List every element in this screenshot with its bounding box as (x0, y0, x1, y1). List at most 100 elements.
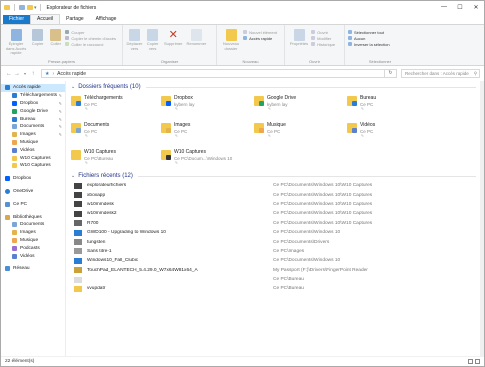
recent-file-row[interactable]: Ce PC\Bureau (71, 275, 484, 284)
new-item-button[interactable]: Nouvel élément (243, 29, 277, 35)
nav-google-drive[interactable]: Google Drive ✎ (1, 107, 65, 115)
back-arrow-icon[interactable]: ← (5, 71, 13, 77)
frequent-folder-item[interactable]: W10 Captures Ce PC\Docum...\Windows 10 ✎ (161, 149, 247, 165)
recent-file-row[interactable]: TouchPad_ELANTECH_5.4.29.0_W7x64W81x64_A… (71, 266, 484, 275)
folder-location: Ce PC (267, 128, 281, 134)
frequent-folder-item[interactable]: Bureau Ce PC ✎ (347, 95, 433, 111)
recent-locations-chevron-icon[interactable]: ▾ (21, 71, 29, 76)
nav-this-pc[interactable]: Ce PC (1, 200, 65, 208)
forward-arrow-icon[interactable]: → (13, 71, 21, 77)
chevron-down-icon[interactable]: ▾ (34, 5, 37, 11)
nav-downloads[interactable]: Téléchargements ✎ (1, 92, 65, 100)
easy-access-button[interactable]: Accès rapide (243, 35, 277, 41)
new-folder-quick-icon[interactable] (27, 5, 33, 10)
frequent-folder-item[interactable]: Images Ce PC ✎ (161, 122, 247, 138)
tab-view[interactable]: Affichage (90, 15, 123, 24)
invert-selection-button[interactable]: Inverser la sélection (348, 41, 412, 47)
frequent-folders-header[interactable]: ⌄ Dossiers fréquents (10) (71, 82, 484, 92)
nav-lib-pictures[interactable]: Images (1, 229, 65, 237)
recent-file-row[interactable]: xboxapp Ce PC\Documents\Windows 10\W10 Ca… (71, 190, 484, 199)
folder-text: Téléchargements Ce PC (84, 95, 123, 106)
recent-file-row[interactable]: GWD100 - Upgrading to Windows 10 Ce PC\Do… (71, 228, 484, 237)
folder-name: W10 Captures (84, 149, 116, 155)
move-to-button[interactable]: Déplacer vers (126, 29, 143, 51)
rename-button[interactable]: Renommer (185, 29, 207, 47)
frequent-folder-item[interactable]: Musique Ce PC ✎ (254, 122, 340, 138)
music-icon (12, 237, 17, 243)
properties-button[interactable]: Propriétés (288, 29, 310, 47)
recent-file-row[interactable]: w10mmdesk Ce PC\Documents\Windows 10\W10 … (71, 200, 484, 209)
select-actions: Sélectionner tout Aucun Inverser la séle… (348, 29, 412, 47)
tab-file[interactable]: Fichier (3, 15, 31, 24)
copy-path-button[interactable]: Copier le chemin d'accès (65, 35, 116, 41)
file-icon (74, 210, 82, 217)
nav-quick-access[interactable]: Accès rapide (1, 84, 65, 92)
nav-onedrive[interactable]: OneDrive (1, 188, 65, 196)
recent-file-row[interactable]: explorateurfichiers Ce PC\Documents\Windo… (71, 181, 484, 190)
details-view-icon[interactable] (468, 359, 473, 364)
file-icon (74, 182, 82, 189)
nav-desktop[interactable]: Bureau ✎ (1, 115, 65, 123)
nav-dropbox[interactable]: Dropbox (1, 175, 65, 183)
nav-lib-music[interactable]: Musique (1, 237, 65, 245)
maximize-button[interactable]: ☐ (452, 1, 468, 13)
recent-file-row[interactable]: R700 Ce PC\Documents\Windows 10\W10 Captu… (71, 219, 484, 228)
nav-lib-documents[interactable]: Documents (1, 221, 65, 229)
nav-libraries[interactable]: Bibliothèques (1, 213, 65, 221)
folder-location: Ce PC\Bureau (84, 155, 114, 161)
history-button[interactable]: Historique (311, 41, 335, 47)
recent-file-row[interactable]: tungsten Ce PC\Documents\Drivers (71, 237, 484, 246)
close-button[interactable]: ✕ (468, 1, 484, 13)
minimize-button[interactable]: — (436, 1, 452, 13)
frequent-folder-item[interactable]: Documents Ce PC ✎ (71, 122, 157, 138)
recent-file-row[interactable]: vvupdatr Ce PC\Bureau (71, 284, 484, 293)
nav-network[interactable]: Réseau (1, 265, 65, 273)
nav-lib-podcasts[interactable]: Podcasts (1, 244, 65, 252)
refresh-icon[interactable]: ↻ (385, 69, 397, 78)
nav-documents[interactable]: Documents ✎ (1, 123, 65, 131)
item-count: 22 élément(s) (5, 359, 35, 364)
header-divider (137, 175, 476, 177)
nav-dropbox-pinned[interactable]: Dropbox ✎ (1, 100, 65, 108)
search-input[interactable]: Rechercher dans : Accès rapide ⚲ (401, 69, 480, 78)
nav-w10-captures-1[interactable]: W10 Captures (1, 154, 65, 162)
tab-share[interactable]: Partage (60, 15, 90, 24)
pictures-icon (12, 132, 17, 138)
clipboard-small-actions: Couper Copier le chemin d'accès Coller l… (65, 29, 116, 47)
frequent-folder-item[interactable]: Téléchargements Ce PC ✎ (71, 95, 157, 111)
folder-text: Dropbox kybern lay (174, 95, 195, 106)
pin-button[interactable]: Épingler dans Accès rapide (4, 29, 28, 56)
nav-w10-captures-2[interactable]: W10 Captures (1, 162, 65, 170)
recent-file-row[interactable]: Sans titre-1 Ce PC\Images (71, 247, 484, 256)
paste-shortcut-button[interactable]: Coller le raccourci (65, 41, 116, 47)
copy-to-button[interactable]: Copier vers (144, 29, 161, 51)
paste-button[interactable]: Coller (47, 29, 64, 47)
tab-home[interactable]: Accueil (30, 14, 61, 24)
nav-music[interactable]: Musique (1, 139, 65, 147)
pin-icon: ✎ (175, 134, 178, 138)
nav-videos[interactable]: Vidéos (1, 146, 65, 154)
nav-pictures[interactable]: Images ✎ (1, 131, 65, 139)
pin-icon: ✎ (268, 107, 271, 111)
recent-files-header[interactable]: ⌄ Fichiers récents (12) (71, 171, 484, 181)
copy-button[interactable]: Copier (29, 29, 46, 47)
new-folder-button[interactable]: Nouveau dossier (220, 29, 242, 51)
nav-lib-videos[interactable]: Vidéos (1, 252, 65, 260)
up-arrow-icon[interactable]: ↑ (29, 71, 37, 77)
frequent-folder-item[interactable]: Vidéos Ce PC ✎ (347, 122, 433, 138)
file-name: Sans titre-1 (87, 248, 112, 254)
properties-quick-icon[interactable] (19, 5, 25, 10)
recent-file-row[interactable]: w10mmdesk2 Ce PC\Documents\Windows 10\W10… (71, 209, 484, 218)
edit-icon (311, 36, 316, 40)
properties-icon (293, 29, 305, 41)
delete-button[interactable]: ✕ Supprimer (162, 29, 184, 47)
folder-name: Documents (84, 122, 110, 128)
frequent-folder-item[interactable]: W10 Captures Ce PC\Bureau ✎ (71, 149, 157, 165)
frequent-folder-item[interactable]: Google Drive kybern lay ✎ (254, 95, 340, 111)
scrollbar[interactable] (480, 81, 484, 356)
address-path[interactable]: ★ › Accès rapide (41, 69, 385, 78)
pin-icon: ✎ (58, 116, 62, 122)
frequent-folder-item[interactable]: Dropbox kybern lay ✎ (161, 95, 247, 111)
recent-file-row[interactable]: Windows10_Fall_Clubic Ce PC\Documents\Win… (71, 256, 484, 265)
large-icons-view-icon[interactable] (475, 359, 480, 364)
